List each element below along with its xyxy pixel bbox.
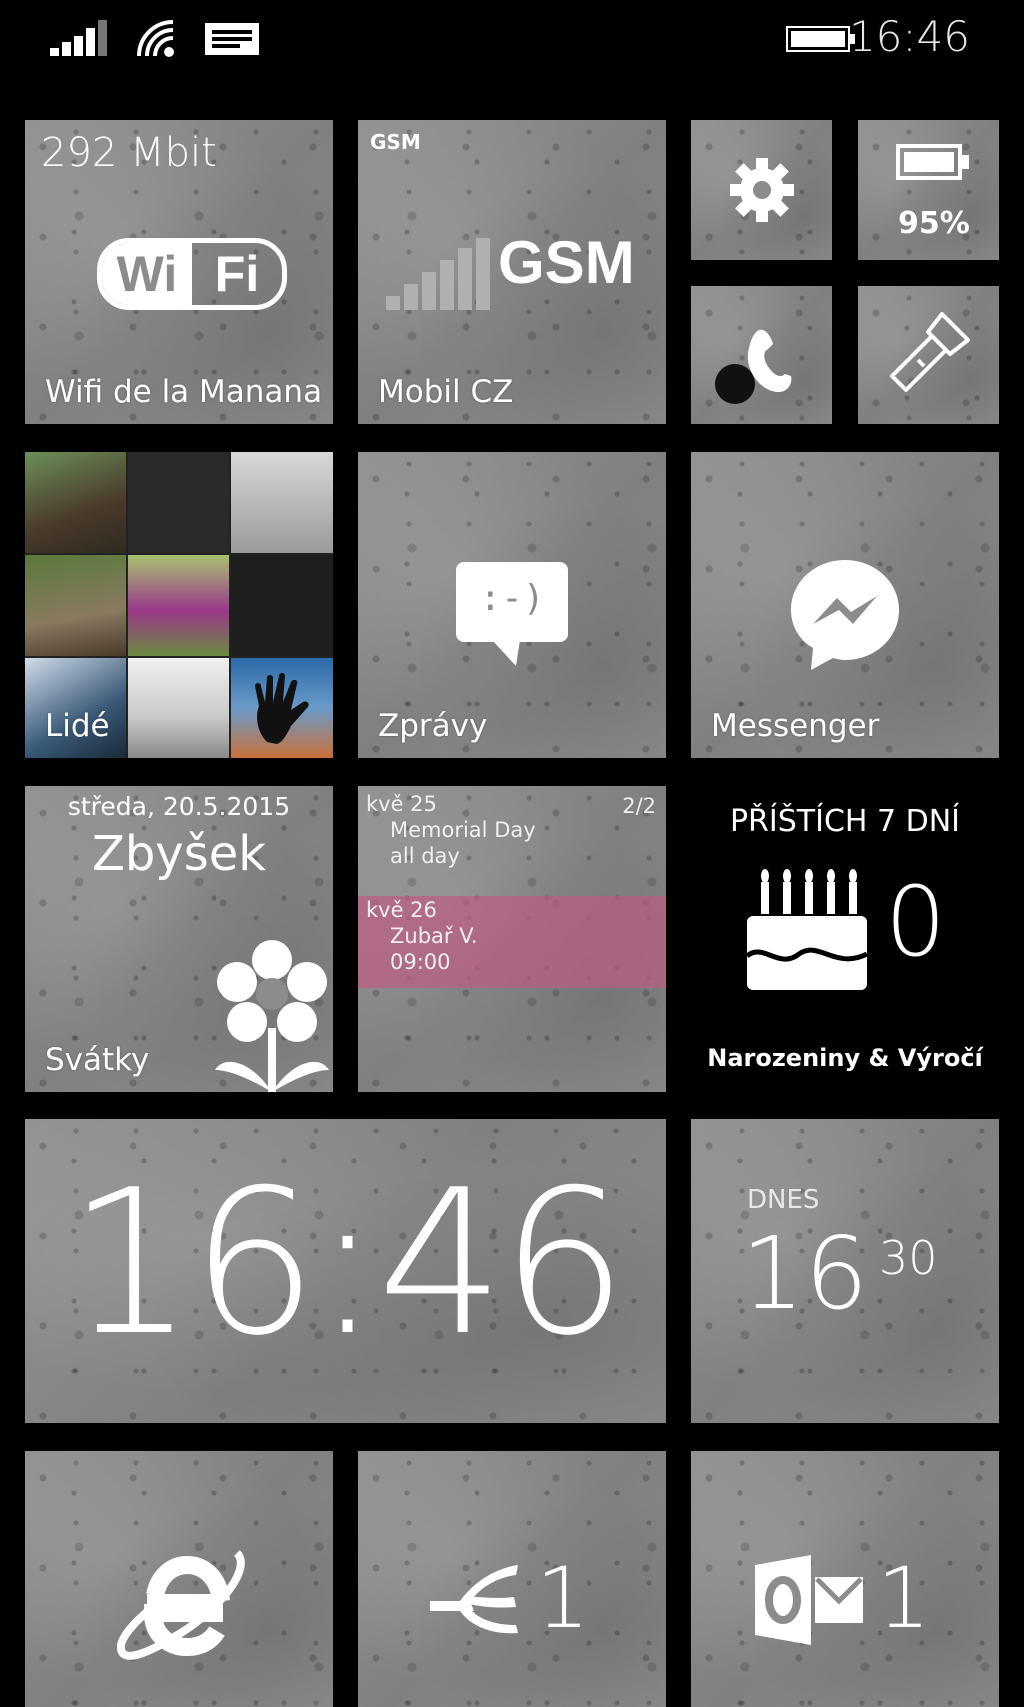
internet-explorer-icon	[117, 1550, 245, 1660]
message-icon	[205, 23, 259, 55]
people-tile[interactable]: Lidé	[25, 452, 333, 758]
sunset-tile[interactable]: DNES 16 30	[691, 1119, 999, 1423]
messenger-icon	[791, 560, 899, 670]
nameday-date: středa, 20.5.2015	[67, 792, 291, 821]
calendar-event[interactable]: kvě 26 Zubař V. 09:00	[366, 898, 658, 988]
gsm-signal-icon	[386, 238, 490, 310]
gsm-big-label: GSM	[498, 229, 635, 296]
messages-label: Zprávy	[378, 708, 488, 744]
battery-percent: 95%	[898, 206, 970, 241]
calendar-event-day: kvě 26	[366, 898, 437, 922]
wifi-tile[interactable]: 292 Mbit Wi Fi Wifi de la Manana	[25, 120, 333, 424]
bubble-tail	[492, 640, 520, 666]
email-count: 1	[536, 1549, 590, 1647]
gsm-corner-label: GSM	[370, 130, 421, 154]
nameday-name: Zbyšek	[91, 826, 267, 882]
wifi-icon	[137, 20, 174, 57]
people-label: Lidé	[45, 708, 110, 744]
email-tile[interactable]: 1	[358, 1451, 666, 1707]
message-bubble-icon: :-)	[456, 562, 568, 666]
flashlight-icon	[890, 312, 970, 392]
people-photo	[128, 555, 229, 656]
internet-explorer-tile[interactable]	[25, 1451, 333, 1707]
email-icon	[430, 1565, 518, 1634]
calendar-tile[interactable]: 2/2 kvě 25 Memorial Day all day kvě 26 Z…	[358, 786, 666, 1092]
calendar-event-title: Zubař V.	[390, 924, 478, 948]
battery-icon	[786, 26, 855, 52]
status-time: 16:46	[848, 12, 970, 61]
birthday-cake-icon	[745, 869, 869, 990]
messenger-tile[interactable]: Messenger	[691, 452, 999, 758]
battery-tile[interactable]: 95%	[858, 120, 999, 260]
birthdays-count: 0	[885, 866, 947, 978]
phone-icon	[715, 329, 792, 404]
calendar-event-time: all day	[390, 844, 460, 868]
settings-tile[interactable]	[691, 120, 832, 260]
calendar-event-title: Memorial Day	[390, 818, 536, 842]
wifi-logo-icon: Wi Fi	[97, 238, 287, 310]
people-photo	[128, 452, 229, 553]
birthdays-heading: PŘÍŠTÍCH 7 DNÍ	[729, 804, 961, 839]
namedays-label: Svátky	[45, 1042, 150, 1078]
messenger-label: Messenger	[711, 708, 880, 744]
namedays-tile[interactable]: středa, 20.5.2015 Zbyšek Svátky	[25, 786, 333, 1092]
gsm-carrier-label: Mobil CZ	[378, 374, 514, 410]
clock-tile[interactable]: 16:46	[25, 1119, 666, 1423]
clock-time: 16:46	[67, 1147, 627, 1380]
people-photo	[231, 658, 333, 758]
wifi-speed: 292 Mbit	[41, 130, 217, 176]
battery-tile-icon	[896, 144, 969, 180]
sunset-minute: 30	[879, 1231, 938, 1285]
sunset-hour: 16	[741, 1215, 869, 1332]
gear-icon	[729, 158, 794, 222]
emoticon: :-)	[479, 578, 545, 619]
outlook-icon	[755, 1555, 863, 1645]
signal-bars-icon	[50, 20, 107, 56]
birthdays-label: Narozeniny & Výročí	[707, 1044, 983, 1072]
status-bar: 16:46	[0, 0, 1024, 80]
calendar-event-day: kvě 25	[366, 792, 437, 816]
people-photo	[25, 452, 126, 553]
people-photo	[128, 658, 229, 758]
phone-tile[interactable]	[691, 286, 832, 424]
handprint-icon	[255, 673, 309, 744]
people-photo	[231, 452, 333, 553]
people-photo	[25, 555, 126, 656]
gsm-tile[interactable]: GSM GSM Mobil CZ	[358, 120, 666, 424]
calendar-event-time: 09:00	[390, 950, 451, 974]
outlook-count: 1	[877, 1549, 931, 1647]
people-photo	[231, 555, 333, 656]
messages-tile[interactable]: :-) Zprávy	[358, 452, 666, 758]
outlook-tile[interactable]: 1	[691, 1451, 999, 1707]
birthdays-tile[interactable]: PŘÍŠTÍCH 7 DNÍ 0 Narozeniny & Výročí	[691, 786, 999, 1092]
sunset-heading: DNES	[747, 1185, 820, 1215]
wifi-network-label: Wifi de la Manana	[45, 374, 323, 410]
flashlight-tile[interactable]	[858, 286, 999, 424]
calendar-event[interactable]: kvě 25 Memorial Day all day	[366, 792, 658, 882]
flower-icon	[215, 940, 329, 1092]
